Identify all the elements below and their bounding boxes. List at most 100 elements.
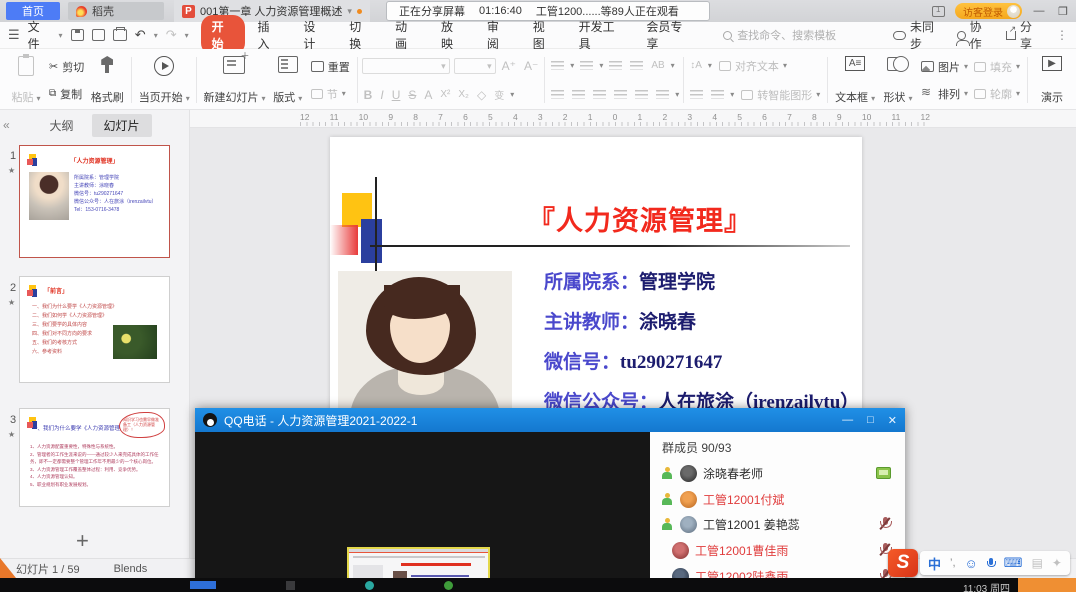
member-row[interactable]: 工管12001曹佳雨 xyxy=(650,539,905,561)
qq-maximize-button[interactable]: □ xyxy=(867,414,874,427)
undo-icon[interactable]: ↶ xyxy=(135,27,146,43)
undo-chevron-icon[interactable]: ▾ xyxy=(154,31,158,40)
slide-title-textbox[interactable]: 『人力资源管理』 xyxy=(440,199,840,238)
horizontal-ruler[interactable]: 1211109876543210123456789101112 xyxy=(190,110,1076,128)
underline-button[interactable]: U xyxy=(390,88,403,102)
export-icon[interactable] xyxy=(92,29,105,41)
cut-button[interactable]: ✂剪切 xyxy=(46,58,87,76)
command-search-input[interactable]: 查找命令、搜索模板 xyxy=(723,26,885,44)
punctuation-icon[interactable]: ’, xyxy=(950,557,956,569)
decrease-font-icon[interactable]: A⁻ xyxy=(522,59,540,73)
taskbar-app-icon[interactable] xyxy=(286,581,295,590)
emoji-icon[interactable]: ☺ xyxy=(965,556,978,571)
member-row[interactable]: 涂晓春老师 xyxy=(650,462,905,484)
picture-button[interactable]: 图片 ▾ xyxy=(918,58,971,76)
redo-icon[interactable]: ↷ xyxy=(166,27,177,43)
toolbox-icon[interactable]: ▤ xyxy=(1032,556,1043,570)
outline-button[interactable]: 轮廓 ▾ xyxy=(971,85,1023,103)
italic-button[interactable]: I xyxy=(378,88,385,102)
clock[interactable]: 11:03 周四 xyxy=(963,580,1010,592)
guest-login-button[interactable]: 访客登录 xyxy=(955,3,1022,19)
to-smart-graphic-button[interactable]: 转智能图形 ▾ xyxy=(738,86,823,104)
sogou-logo-icon[interactable]: S xyxy=(888,549,918,577)
column-spacing-icon[interactable] xyxy=(711,89,724,100)
strikethrough-button[interactable]: S xyxy=(406,88,418,102)
keyboard-icon[interactable]: ⌨ xyxy=(1004,555,1023,571)
qq-video-area[interactable] xyxy=(195,432,650,592)
align-center-icon[interactable] xyxy=(572,89,585,100)
char-tool-button[interactable]: AB xyxy=(649,60,666,71)
taskbar-app-icon[interactable] xyxy=(444,581,453,590)
member-row[interactable]: 工管12001 姜艳蕊 xyxy=(650,513,905,535)
file-menu[interactable]: 文件 xyxy=(28,18,51,52)
mic-muted-icon[interactable] xyxy=(879,517,891,531)
subscript-button[interactable]: X₂ xyxy=(456,89,471,100)
bullet-list-icon[interactable] xyxy=(551,60,564,71)
slide-thumbnail-2[interactable]: 「前言」 一、我们为什么要学《人力资源管理》二、我们如何学《人力资源管理》三、我… xyxy=(19,276,170,383)
copy-button[interactable]: ⧉复制 xyxy=(46,85,87,103)
slide-thumbnail-3[interactable]: 一、我们为什么要学《人力资源管理》 知识学习也需早做准备工（人力资源管理）！ 1… xyxy=(19,408,170,507)
bold-button[interactable]: B xyxy=(362,88,375,102)
slide-text-row[interactable]: 微信号：tu290271647 xyxy=(544,347,859,374)
row-spacing-icon[interactable] xyxy=(690,89,703,100)
taskbar-app-icon[interactable] xyxy=(190,581,216,589)
line-spacing-icon[interactable] xyxy=(656,89,669,100)
tab-slides[interactable]: 幻灯片 xyxy=(92,114,152,137)
save-icon[interactable] xyxy=(71,29,84,41)
superscript-button[interactable]: X² xyxy=(438,89,452,100)
qq-minimize-button[interactable]: — xyxy=(842,414,853,427)
text-direction-button[interactable]: ↕A xyxy=(688,60,704,71)
skin-icon[interactable]: ✦ xyxy=(1052,556,1062,570)
hamburger-icon[interactable]: ☰ xyxy=(8,27,20,43)
slide-text-row[interactable]: 主讲教师：涂晓春 xyxy=(544,307,859,334)
add-slide-button[interactable]: + xyxy=(76,528,89,554)
align-text-button[interactable]: 对齐文本 ▾ xyxy=(716,57,790,75)
slide-layout-button[interactable]: 版式 ▾ xyxy=(268,53,308,107)
font-size-select[interactable]: ▾ xyxy=(454,58,496,74)
section-button[interactable]: 节 ▾ xyxy=(308,85,353,103)
justify-icon[interactable] xyxy=(614,89,627,100)
store-tab[interactable]: 稻壳 xyxy=(68,2,164,20)
slide-body-textbox[interactable]: 所属院系：管理学院 主讲教师：涂晓春 微信号：tu290271647 微信公众号… xyxy=(544,267,859,427)
increase-font-icon[interactable]: A⁺ xyxy=(500,59,518,73)
format-painter-button[interactable]: 格式刷 xyxy=(87,53,127,107)
qq-titlebar[interactable]: QQ电话 - 人力资源管理2021-2022-1 — □ ✕ xyxy=(195,408,905,432)
new-slide-button[interactable]: 新建幻灯片 ▾ xyxy=(201,53,268,107)
restore-button[interactable]: ❐ xyxy=(1056,5,1070,18)
numbered-list-icon[interactable] xyxy=(580,60,593,71)
voice-input-icon[interactable] xyxy=(987,558,995,569)
taskbar-highlight-item[interactable] xyxy=(1018,578,1076,592)
theme-name[interactable]: Blends xyxy=(114,563,148,575)
slide-thumbnail-1[interactable]: 「人力资源管理」 所属院系：管理学院主讲教师：涂晓春微信号：tu29027164… xyxy=(19,145,170,258)
play-from-current-button[interactable]: 当页开始 ▾ xyxy=(136,53,192,107)
decrease-indent-icon[interactable] xyxy=(609,60,622,71)
text-box-button[interactable]: A≡ 文本框 ▾ xyxy=(832,53,878,107)
screen-sharing-icon[interactable] xyxy=(876,467,891,479)
member-row[interactable]: 工管12001付斌 xyxy=(650,488,905,510)
clear-format-icon[interactable]: ◇ xyxy=(475,88,488,102)
window-manage-icon[interactable] xyxy=(932,6,945,17)
distribute-icon[interactable] xyxy=(635,89,648,100)
slide-text-row[interactable]: 所属院系：管理学院 xyxy=(544,267,859,294)
qq-call-window[interactable]: QQ电话 - 人力资源管理2021-2022-1 — □ ✕ xyxy=(195,408,905,592)
text-effect-button[interactable]: 变 xyxy=(492,87,506,102)
paste-button[interactable]: 粘贴 ▾ xyxy=(6,53,46,107)
quickbar-more-icon[interactable]: ▾ xyxy=(185,31,189,40)
shapes-button[interactable]: 形状 ▾ xyxy=(878,53,918,107)
reset-button[interactable]: 重置 xyxy=(308,58,353,76)
fill-button[interactable]: 填充 ▾ xyxy=(971,58,1023,76)
qq-close-button[interactable]: ✕ xyxy=(888,414,897,427)
collaborate-button[interactable]: 协作 xyxy=(957,18,991,52)
sync-status-button[interactable]: 未同步 xyxy=(893,18,943,52)
align-left-icon[interactable] xyxy=(551,89,564,100)
chinese-mode-icon[interactable]: 中 xyxy=(928,554,941,573)
tab-outline[interactable]: 大纲 xyxy=(37,114,85,137)
chevron-down-icon[interactable]: ▾ xyxy=(59,31,63,40)
more-menu-icon[interactable]: ⋮ xyxy=(1056,28,1068,42)
print-icon[interactable] xyxy=(113,29,126,41)
present-tools-button[interactable]: ▶ 演示 xyxy=(1032,53,1072,107)
increase-indent-icon[interactable] xyxy=(630,60,643,71)
font-color-button[interactable]: A xyxy=(422,88,434,102)
minimize-button[interactable]: — xyxy=(1032,5,1046,17)
font-family-select[interactable]: ▾ xyxy=(362,58,450,74)
